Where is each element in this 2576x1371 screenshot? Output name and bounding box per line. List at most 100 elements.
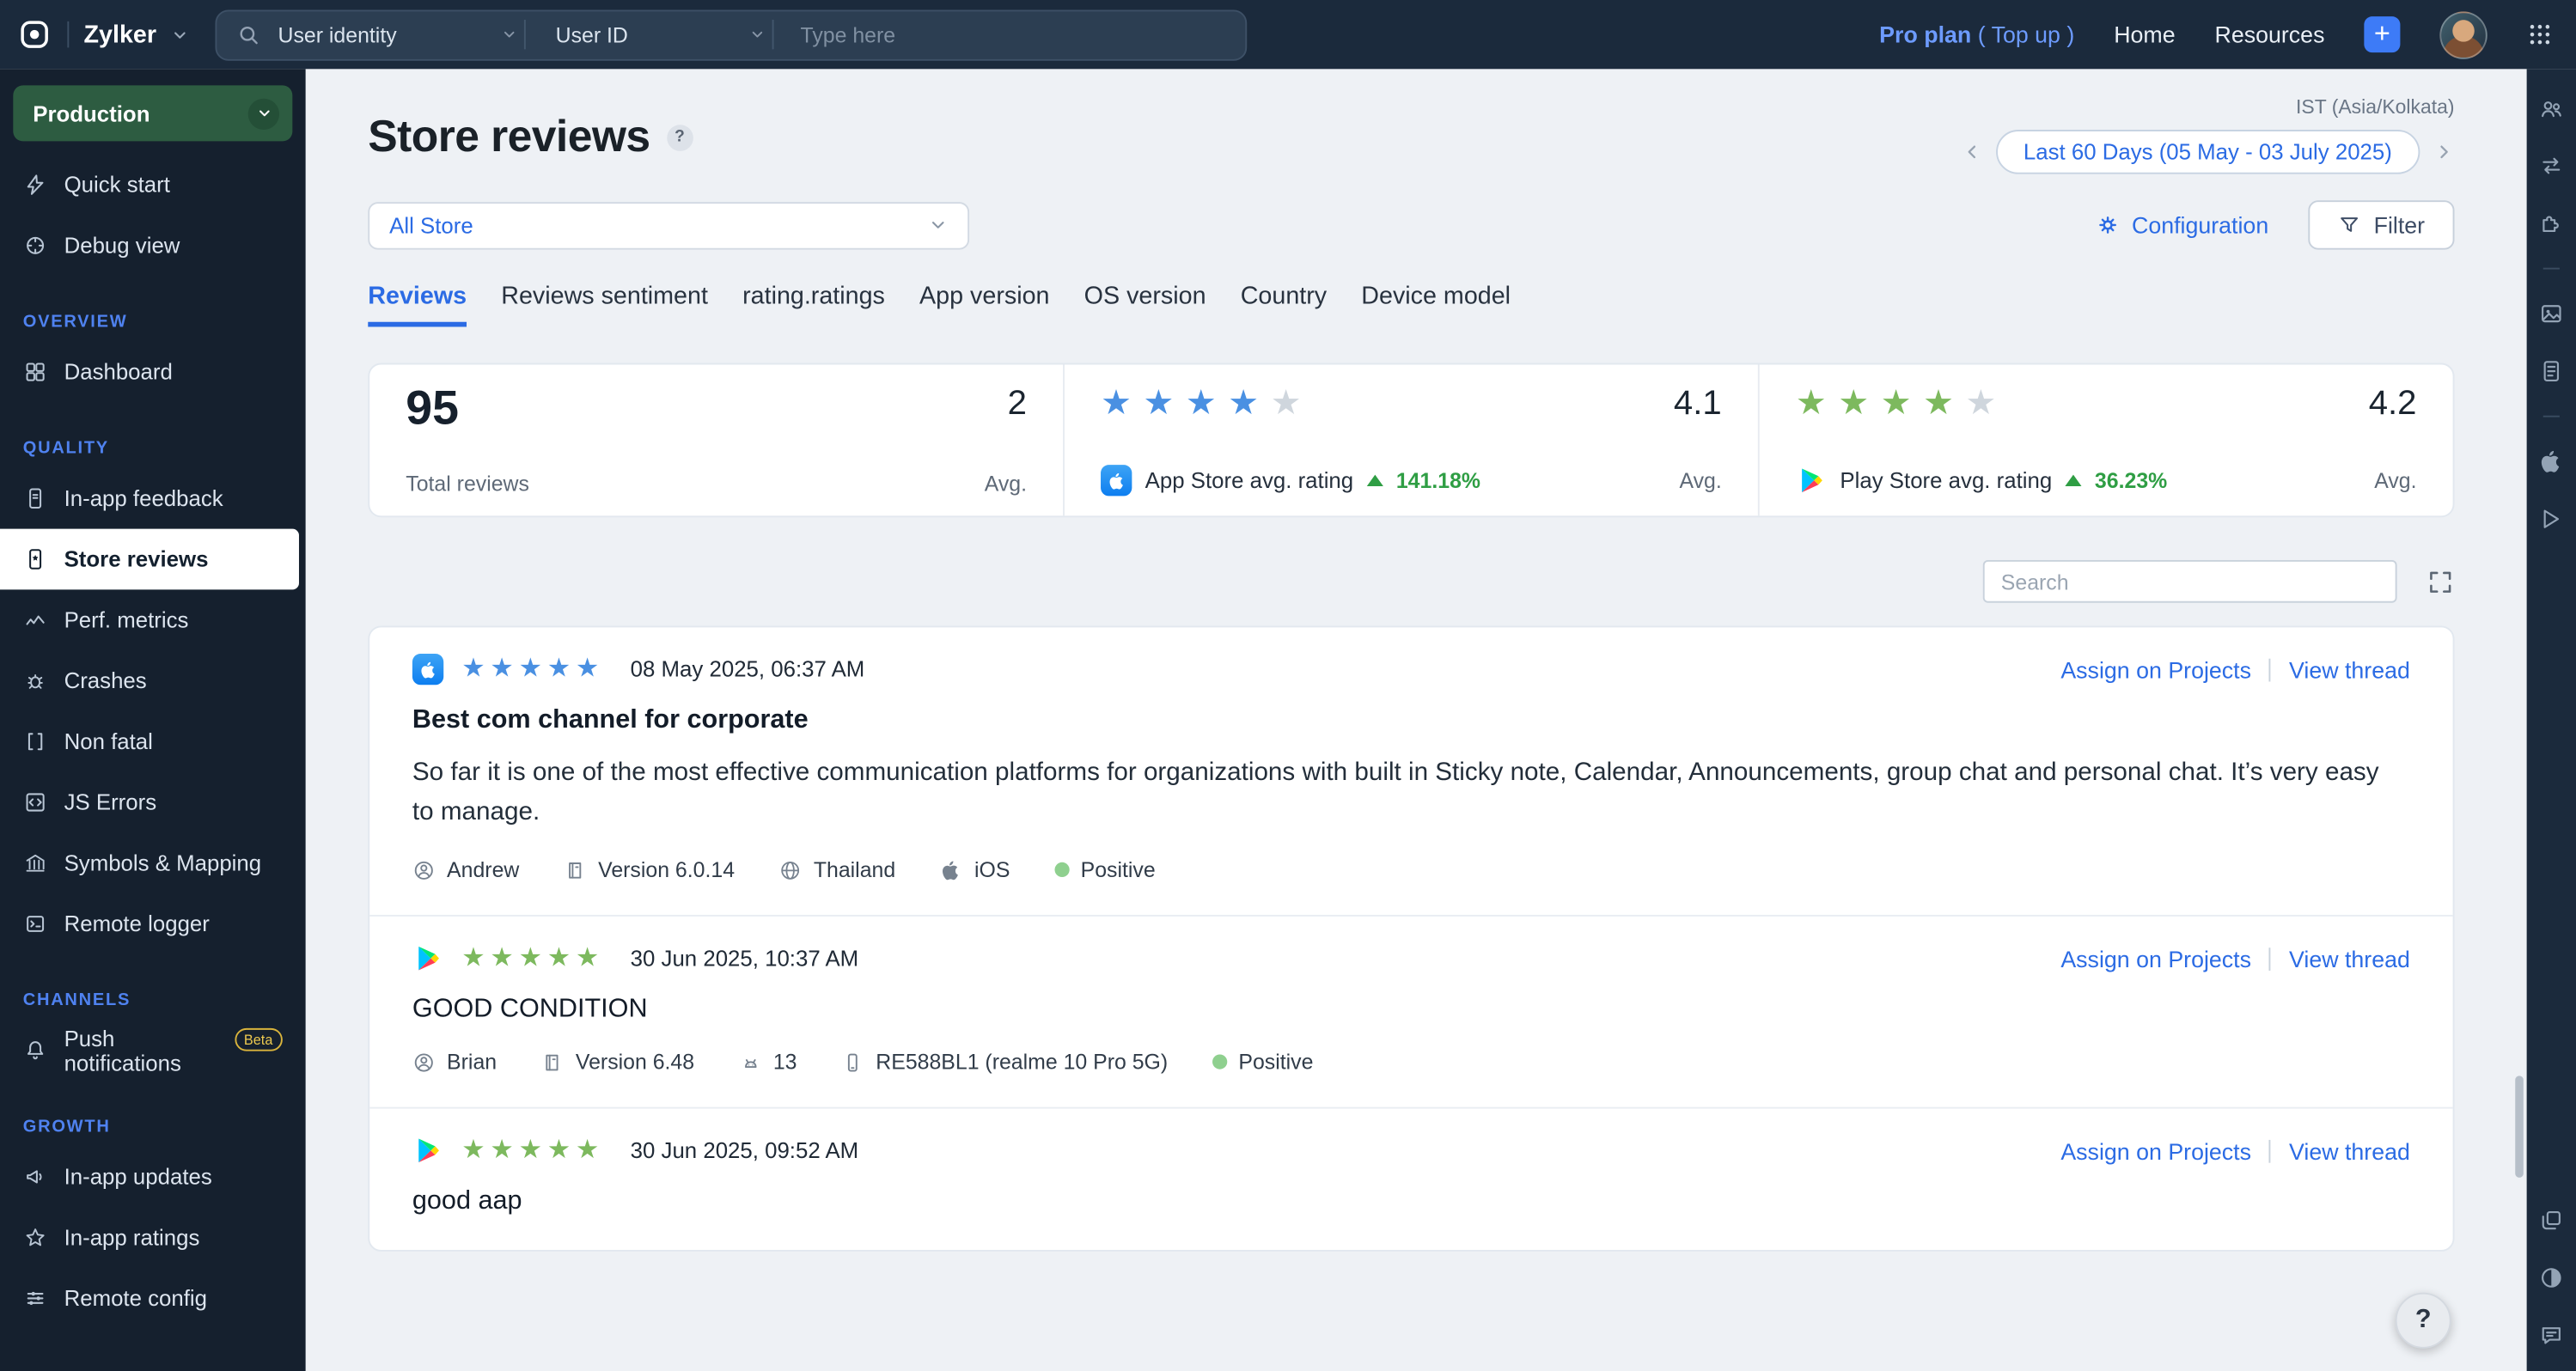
plan-link[interactable]: Pro plan ( Top up ) (1879, 21, 2074, 48)
sidebar-item-label: In-app updates (64, 1164, 212, 1190)
search-scope-dropdown[interactable]: User identity (278, 22, 518, 46)
date-range-picker[interactable]: Last 60 Days (05 May - 03 July 2025) (1995, 130, 2420, 174)
total-avg-value: 2 (1007, 384, 1027, 423)
sidebar-item-in-app-updates[interactable]: In-app updates (0, 1147, 306, 1208)
layers-rail-button[interactable] (2538, 1207, 2565, 1234)
tab-app-version[interactable]: App version (919, 283, 1049, 327)
global-search[interactable]: User identity User ID (215, 9, 1248, 60)
assign-on-projects-link[interactable]: Assign on Projects (2060, 945, 2251, 972)
tab-device-model[interactable]: Device model (1361, 283, 1511, 327)
filter-label: Filter (2373, 211, 2426, 239)
sidebar-item-label: Debug view (64, 233, 180, 259)
home-link[interactable]: Home (2114, 21, 2175, 48)
extensions-rail-button[interactable] (2538, 210, 2565, 237)
app-store-rail-button[interactable] (2538, 448, 2565, 475)
sidebar-item-dashboard[interactable]: Dashboard (0, 342, 306, 403)
feedback-rail-button[interactable] (2538, 1322, 2565, 1349)
divider (2269, 657, 2271, 681)
store-filter-value: All Store (389, 212, 473, 238)
view-thread-link[interactable]: View thread (2289, 1137, 2410, 1164)
review-country: Thailand (779, 857, 895, 882)
sidebar-item-symbols-mapping[interactable]: Symbols & Mapping (0, 832, 306, 893)
controls-row: All Store Configuration Filter (368, 200, 2455, 250)
sidebar-item-remote-config[interactable]: Remote config (0, 1268, 306, 1329)
assign-on-projects-link[interactable]: Assign on Projects (2060, 1137, 2251, 1164)
apple-icon (943, 860, 958, 880)
store-filter-dropdown[interactable]: All Store (368, 201, 970, 249)
chevron-down-icon (931, 222, 944, 228)
fullscreen-button[interactable] (2426, 568, 2455, 596)
review-sentiment: Positive (1054, 857, 1156, 882)
tab-reviews[interactable]: Reviews (368, 283, 467, 327)
view-thread-link[interactable]: View thread (2289, 656, 2410, 683)
title-help-icon[interactable]: ? (666, 124, 693, 150)
js-errors-icon (26, 793, 45, 812)
non-fatal-icon (27, 733, 43, 751)
review-sentiment: Positive (1212, 1050, 1313, 1075)
brand-name[interactable]: Zylker (84, 21, 157, 49)
tab-country[interactable]: Country (1241, 283, 1327, 327)
search-field-dropdown[interactable]: User ID (555, 21, 766, 47)
positive-dot-icon (1212, 1054, 1228, 1069)
sidebar-section-quality: QUALITY (22, 438, 109, 459)
tab-reviews-sentiment[interactable]: Reviews sentiment (501, 283, 708, 327)
assign-on-projects-link[interactable]: Assign on Projects (2060, 656, 2251, 683)
sidebar-item-label: Non fatal (64, 728, 153, 754)
scrollbar-thumb[interactable] (2515, 1075, 2524, 1178)
play-store-rail-button[interactable] (2538, 506, 2565, 533)
app-store-label: App Store avg. rating (1145, 467, 1354, 493)
sidebar-item-push-notifications[interactable]: Push notifications Beta (0, 1020, 306, 1081)
user-avatar[interactable] (2439, 10, 2487, 58)
sidebar-item-store-reviews[interactable]: Store reviews (0, 528, 299, 590)
date-next-button[interactable] (2433, 141, 2455, 162)
users-rail-button[interactable] (2538, 95, 2565, 122)
sidebar-item-js-errors[interactable]: JS Errors (0, 772, 306, 833)
page-title: Store reviews (368, 112, 650, 161)
resources-link[interactable]: Resources (2215, 21, 2325, 48)
search-field-value: User ID (555, 21, 628, 47)
sidebar-item-quick-start[interactable]: Quick start (0, 155, 306, 216)
add-button[interactable]: + (2364, 16, 2401, 53)
sidebar-item-in-app-ratings[interactable]: In-app ratings (0, 1207, 306, 1268)
review-row: ★ ★ ★ ★ ★ 30 Jun 2025, 10:37 AM Assign on Pr… (369, 917, 2453, 1109)
data-transfer-rail-button[interactable] (2538, 153, 2565, 180)
apps-grid-button[interactable] (2527, 21, 2554, 48)
sidebar-item-label: Remote config (64, 1286, 208, 1311)
sidebar-item-crashes[interactable]: Crashes (0, 650, 306, 711)
theme-toggle-rail-button[interactable] (2538, 1264, 2565, 1291)
filter-button[interactable]: Filter (2308, 200, 2455, 250)
sidebar-item-debug-view[interactable]: Debug view (0, 215, 306, 276)
review-search-input[interactable] (1982, 559, 2397, 603)
play-store-avg-value: 4.2 (2368, 384, 2417, 423)
topup-link[interactable]: ( Top up ) (1978, 21, 2075, 48)
docs-rail-button[interactable] (2538, 358, 2565, 385)
global-search-input[interactable] (800, 21, 1163, 47)
configuration-button[interactable]: Configuration (2094, 212, 2268, 238)
review-app-version: Version 6.48 (541, 1050, 694, 1075)
chevron-down-icon (753, 31, 763, 38)
sidebar-section-channels: CHANNELS (22, 990, 131, 1010)
total-reviews-value: 95 (406, 382, 459, 436)
help-button[interactable]: ? (2395, 1292, 2451, 1349)
review-date: 08 May 2025, 06:37 AM (630, 656, 865, 682)
sidebar-item-perf-metrics[interactable]: Perf. metrics (0, 589, 306, 650)
chat-icon (2542, 1327, 2561, 1344)
review-star-rating: ★ ★ ★ ★ ★ (461, 943, 600, 972)
list-search-row (368, 559, 2455, 603)
play-store-icon (412, 943, 443, 974)
sidebar-item-remote-logger[interactable]: Remote logger (0, 893, 306, 954)
brand-area[interactable]: Zylker (16, 16, 189, 52)
tab-rating-ratings[interactable]: rating.ratings (742, 283, 885, 327)
view-thread-link[interactable]: View thread (2289, 945, 2410, 972)
app-store-icon (412, 653, 444, 686)
sidebar-item-non-fatal[interactable]: Non fatal (0, 711, 306, 772)
environment-selector[interactable]: Production (13, 85, 293, 142)
debug-view-icon (27, 236, 45, 254)
date-prev-button[interactable] (1961, 141, 1982, 162)
media-rail-button[interactable] (2538, 301, 2565, 327)
sidebar-item-in-app-feedback[interactable]: In-app feedback (0, 468, 306, 529)
tab-os-version[interactable]: OS version (1084, 283, 1206, 327)
puzzle-icon (2542, 216, 2559, 233)
divider (772, 19, 774, 50)
version-icon (569, 862, 582, 878)
